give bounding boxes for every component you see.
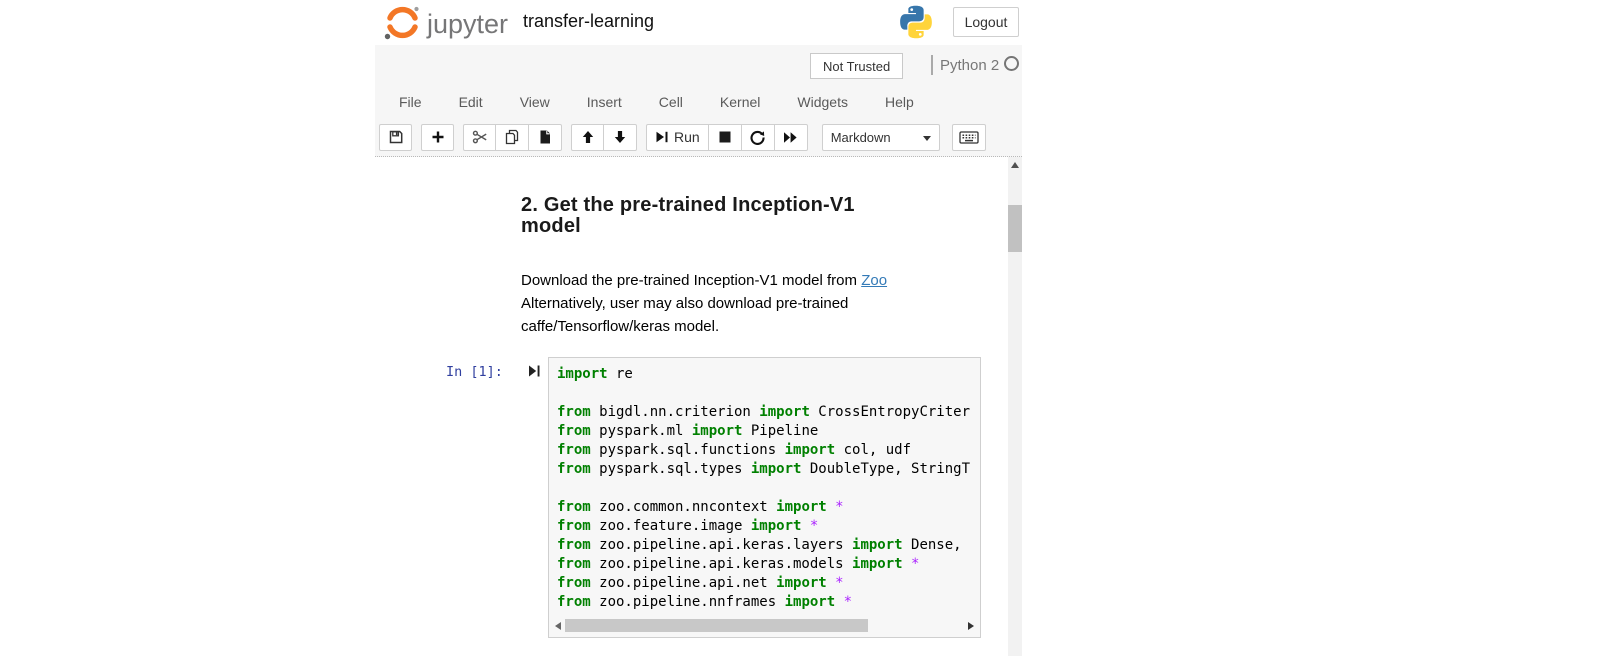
cut-cell-button[interactable] [463,124,496,151]
scroll-up-icon[interactable] [1011,162,1019,168]
jupyter-logo[interactable]: jupyter [381,3,519,48]
run-all-below-button[interactable] [775,124,808,151]
save-button[interactable] [379,124,412,151]
command-palette-button[interactable] [952,124,986,151]
notebook-content: 2. Get the pre-trained Inception-V1 mode… [375,157,1022,656]
interrupt-kernel-button[interactable] [709,124,742,151]
svg-text:jupyter: jupyter [426,9,508,39]
copy-cell-button[interactable] [496,124,529,151]
keyboard-icon [959,130,979,145]
input-prompt: In [1]: [446,364,503,380]
code-cell-editor[interactable]: import re from bigdl.nn.criterion import… [548,357,981,638]
menu-cell[interactable]: Cell [657,90,685,114]
paragraph-text: Download the pre-trained Inception-V1 mo… [521,272,861,289]
logout-button[interactable]: Logout [953,7,1019,37]
kernel-idle-indicator-icon [1004,56,1019,71]
fast-forward-icon [783,131,798,144]
markdown-paragraph: Download the pre-trained Inception-V1 mo… [521,269,903,338]
zoo-link[interactable]: Zoo [861,272,887,289]
notebook-chrome-panel: Not Trusted Python 2 File Edit View Inse… [375,45,1022,157]
menubar: File Edit View Insert Cell Kernel Widget… [397,87,949,117]
jupyter-notebook-app: jupyter transfer-learning Logout Not Tru… [375,0,1022,656]
stop-icon [719,131,731,143]
paragraph-text-2: Alternatively, user may also download pr… [521,292,903,338]
copy-icon [504,129,520,145]
horizontal-scrollbar-thumb[interactable] [565,619,868,632]
menu-insert[interactable]: Insert [585,90,624,114]
code-lines: import re from bigdl.nn.criterion import… [557,365,980,615]
toolbar: Run Markdown [379,122,986,152]
cell-type-dropdown[interactable]: Markdown [822,124,940,151]
move-up-icon [581,130,595,144]
run-icon [655,130,669,144]
kernel-separator [931,55,933,75]
not-trusted-badge[interactable]: Not Trusted [810,53,903,79]
move-cell-down-button[interactable] [604,124,637,151]
scroll-left-icon[interactable] [555,622,561,630]
cut-icon [472,129,488,145]
scroll-right-icon[interactable] [968,622,974,630]
status-row: Not Trusted Python 2 [375,53,1022,81]
markdown-heading: 2. Get the pre-trained Inception-V1 mode… [521,195,873,237]
chevron-down-icon [923,136,931,141]
cell-type-value: Markdown [831,130,891,145]
jupyter-logo-icon [385,7,419,39]
run-label: Run [674,129,700,145]
notebook-vertical-scrollbar[interactable] [1008,157,1022,656]
move-down-icon [613,130,627,144]
menu-help[interactable]: Help [883,90,916,114]
kernel-name[interactable]: Python 2 [940,57,999,74]
paste-icon [537,129,553,145]
python-logo-icon [898,4,934,45]
menu-file[interactable]: File [397,90,424,114]
restart-kernel-button[interactable] [742,124,775,151]
menu-edit[interactable]: Edit [457,90,485,114]
cell-run-icon[interactable] [528,364,541,383]
save-icon [388,129,404,145]
add-cell-icon [431,130,445,144]
run-cell-button[interactable]: Run [646,124,709,151]
code-horizontal-scrollbar[interactable] [553,619,976,633]
menu-widgets[interactable]: Widgets [795,90,850,114]
restart-kernel-icon [750,130,765,145]
move-cell-up-button[interactable] [571,124,604,151]
menu-kernel[interactable]: Kernel [718,90,762,114]
menu-view[interactable]: View [518,90,552,114]
header: jupyter transfer-learning Logout [375,0,1022,45]
notebook-title[interactable]: transfer-learning [523,11,654,32]
add-cell-button[interactable] [421,124,454,151]
vertical-scrollbar-thumb[interactable] [1008,205,1022,252]
paste-cell-button[interactable] [529,124,562,151]
